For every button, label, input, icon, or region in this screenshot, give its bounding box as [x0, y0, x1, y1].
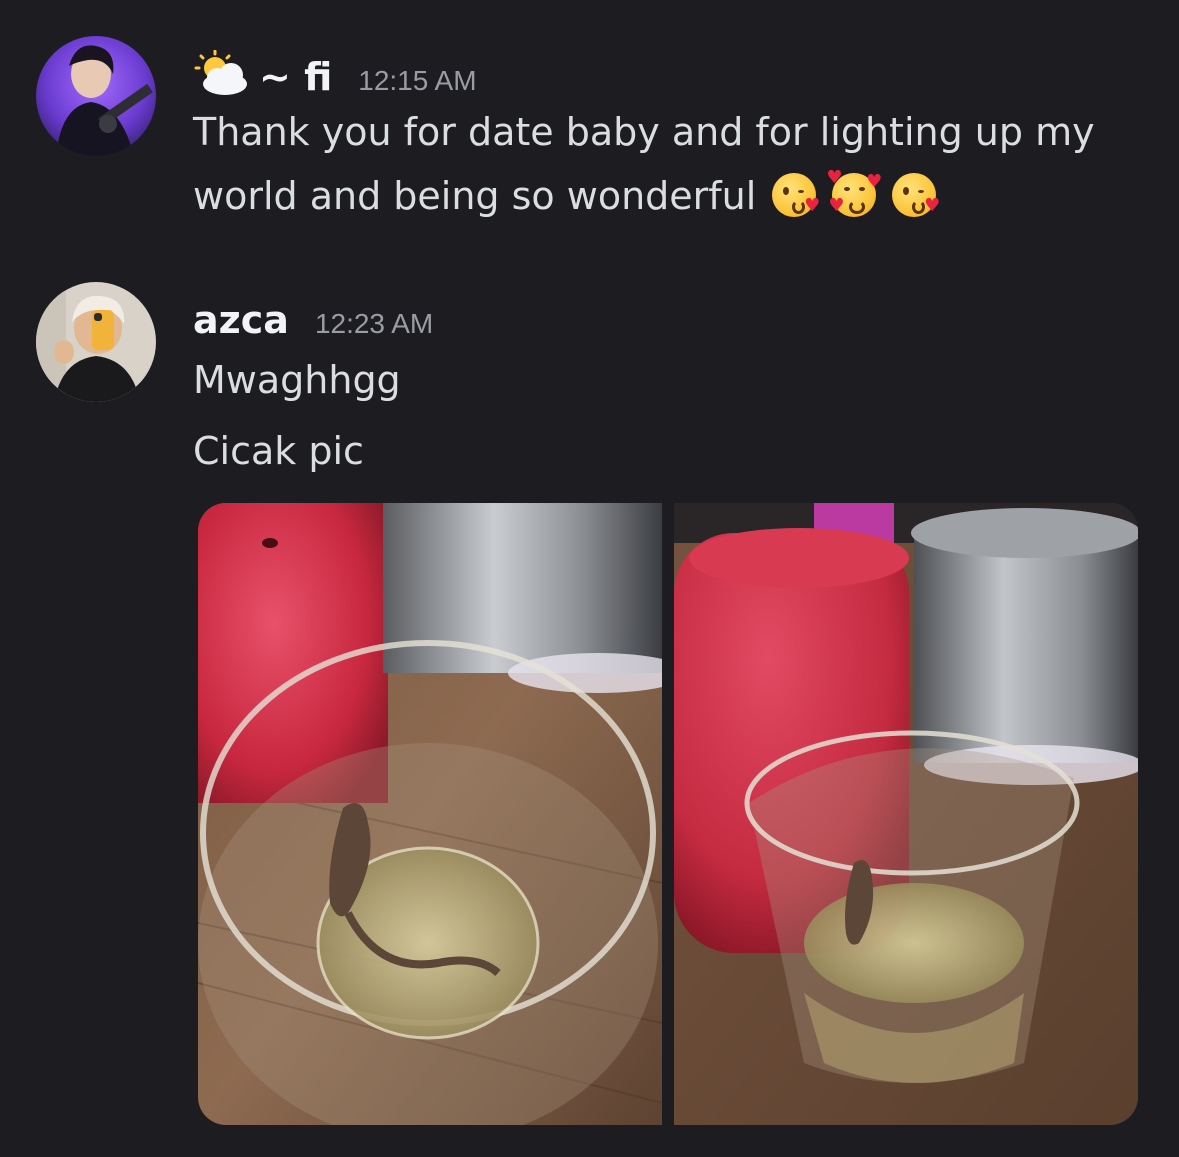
photo-attachment[interactable] — [198, 503, 662, 1125]
avatar[interactable] — [36, 282, 156, 402]
timestamp: 12:23 AM — [314, 308, 434, 339]
chat-view: ~ fi 12:15 AM Thank you for date baby an… — [0, 0, 1179, 1157]
photo-glass-lizard-wide — [674, 503, 1138, 1125]
username[interactable]: azca — [193, 298, 289, 342]
message-header: azca 12:23 AM — [193, 298, 433, 342]
photo-attachment[interactable] — [674, 503, 1138, 1125]
photo-glass-lizard-closeup — [198, 503, 662, 1125]
avatar-image — [36, 282, 156, 402]
message-line: Mwaghhgg — [193, 358, 401, 402]
message-azca: azca 12:23 AM Mwaghhgg Cicak pic — [0, 0, 1179, 1157]
message-line: Cicak pic — [193, 429, 364, 473]
